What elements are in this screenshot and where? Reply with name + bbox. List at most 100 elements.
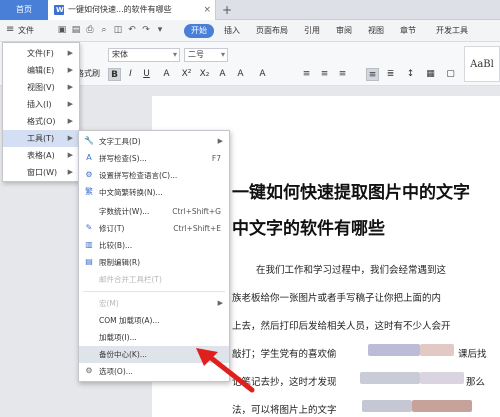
spell-check-icon: A [86,153,92,162]
undo-icon[interactable]: ↶ [126,24,138,36]
print-preview-icon[interactable]: ⌕ [98,24,110,36]
chevron-right-icon: ▶ [67,168,73,176]
tab-document[interactable]: 一键如何快速...的软件有哪些 × [48,0,216,20]
save-icon[interactable]: ▣ [56,24,68,36]
menu-item-chinese-convert[interactable]: 繁中文简繁转换(N)... [79,184,229,201]
chevron-right-icon: ▶ [67,134,73,142]
menu-separator [83,291,225,292]
font-color-icon[interactable]: A [160,68,173,81]
ribbon-tab-review[interactable]: 审阅 [336,25,352,36]
ribbon-tab-chapter[interactable]: 章节 [400,25,416,36]
menu-item-text-tools[interactable]: 🔧 文字工具(D) ▶ [79,133,229,150]
menu-item-addins[interactable]: 加载项(I)... [79,329,229,346]
close-icon[interactable]: × [203,0,211,20]
underline-button[interactable]: U [140,68,153,81]
justify-icon[interactable]: ≡ [366,68,379,81]
doc-line-2: 族老板给你一张图片或者手写稿子让你把上面的内 [232,293,442,304]
menu-item-label: 插入(I) [27,100,52,109]
menu-item-view[interactable]: 视图(V) ▶ [3,79,79,96]
subscript-icon[interactable]: X₂ [198,68,211,81]
open-icon[interactable]: ▤ [70,24,82,36]
menu-item-label: 设置拼写检查语言(C)... [99,171,178,180]
menu-item-file[interactable]: 文件(F) ▶ [3,45,79,62]
shortcut-label: F7 [211,154,221,163]
superscript-icon[interactable]: X² [180,68,193,81]
ribbon-menubar: ≡ 文件 ▣ ▤ ⎙ ⌕ ◫ ↶ ↷ ▾ 开始 插入 页面布局 引用 审阅 视图 章节 开发工… [0,20,500,42]
redaction-block [368,344,420,356]
doc-line-4-tail: 课后找 [458,349,487,360]
menu-item-spell-check[interactable]: A 拼写检查(S)... F7 [79,150,229,167]
chevron-right-icon: ▶ [217,137,223,145]
menu-item-label: 备份中心(K)... [99,350,147,359]
tab-home[interactable]: 首页 [0,0,48,20]
highlight-icon[interactable]: A [216,68,229,81]
menu-item-window[interactable]: 窗口(W) ▶ [3,164,79,181]
new-tab-button[interactable]: + [222,0,232,20]
menu-item-com-addins[interactable]: COM 加载项(A)... [79,312,229,329]
redaction-block [420,372,464,384]
text-color-icon[interactable]: A [234,68,247,81]
redo-icon[interactable]: ↷ [140,24,152,36]
hamburger-icon[interactable]: ≡ [6,24,14,35]
menu-item-label: 选项(O)... [99,367,133,376]
menu-item-tools[interactable]: 工具(T) ▶ [3,130,79,147]
writer-doc-icon [54,5,64,15]
ribbon-tab-insert[interactable]: 插入 [224,25,240,36]
bold-button[interactable]: B [108,68,121,81]
chevron-right-icon: ▶ [67,49,73,57]
menu-item-mail-merge: 邮件合并工具栏(T) [79,271,229,288]
menu-item-label: 工具(T) [27,134,55,143]
ribbon-tab-references[interactable]: 引用 [304,25,320,36]
char-shading-icon[interactable]: A [256,68,269,81]
font-select[interactable]: 宋体 [108,48,180,62]
convert-icon: 繁 [85,187,93,196]
menu-item-compare[interactable]: ▥ 比较(B)... [79,237,229,254]
format-icon[interactable]: ◫ [112,24,124,36]
menu-item-restrict-edit[interactable]: ▤ 限制编辑(R) [79,254,229,271]
dropdown-icon[interactable]: ▾ [154,24,166,36]
menu-item-label: 文件(F) [27,49,54,58]
revision-icon: ✎ [85,223,93,232]
tab-document-title: 一键如何快速...的软件有哪些 [68,5,172,14]
shading-icon[interactable]: ▦ [424,68,437,81]
distributed-icon[interactable]: ≣ [384,68,397,81]
menu-item-label: 比较(B)... [99,241,133,250]
file-menu-button[interactable]: 文件 [18,25,34,36]
annotation-arrow [196,348,255,393]
menu-item-label: COM 加载项(A)... [99,316,160,325]
align-center-icon[interactable]: ≡ [318,68,331,81]
menu-item-label: 视图(V) [27,83,55,92]
menu-item-insert[interactable]: 插入(I) ▶ [3,96,79,113]
menu-item-label: 表格(A) [27,151,55,160]
ribbon-tab-layout[interactable]: 页面布局 [256,25,288,36]
border-icon[interactable]: ▢ [444,68,457,81]
align-left-icon[interactable]: ≡ [300,68,313,81]
gear-icon: ⚙ [85,366,93,375]
chevron-right-icon: ▶ [67,66,73,74]
menu-item-format[interactable]: 格式(O) ▶ [3,113,79,130]
style-preview[interactable]: AaBl [464,46,500,82]
menu-item-word-count[interactable]: 字数统计(W)... Ctrl+Shift+G [79,203,229,220]
ribbon-tab-developer[interactable]: 开发工具 [436,25,468,36]
menu-item-spell-language[interactable]: ⚙ 设置拼写检查语言(C)... [79,167,229,184]
text-tool-icon: 🔧 [84,136,94,145]
ribbon-tab-view[interactable]: 视图 [368,25,384,36]
menu-item-macro: 宏(M) ▶ [79,295,229,312]
italic-button[interactable]: I [124,68,137,81]
menu-item-label: 字数统计(W)... [99,207,150,216]
menu-item-label: 窗口(W) [27,168,58,177]
menu-item-table[interactable]: 表格(A) ▶ [3,147,79,164]
line-spacing-icon[interactable]: ↕ [404,68,417,81]
menu-item-revision[interactable]: ✎ 修订(T) Ctrl+Shift+E [79,220,229,237]
font-size-select[interactable]: 二号 [184,48,228,62]
quick-access-toolbar: ▣ ▤ ⎙ ⌕ ◫ ↶ ↷ ▾ [56,24,168,38]
print-icon[interactable]: ⎙ [84,24,96,36]
align-right-icon[interactable]: ≡ [336,68,349,81]
menu-item-label: 限制编辑(R) [99,258,141,267]
menu-item-label: 编辑(E) [27,66,55,75]
menu-item-edit[interactable]: 编辑(E) ▶ [3,62,79,79]
menu-item-label: 加载项(I)... [99,333,137,342]
ribbon-tab-start[interactable]: 开始 [184,24,214,38]
chevron-right-icon: ▶ [67,151,73,159]
redaction-block [362,400,412,412]
